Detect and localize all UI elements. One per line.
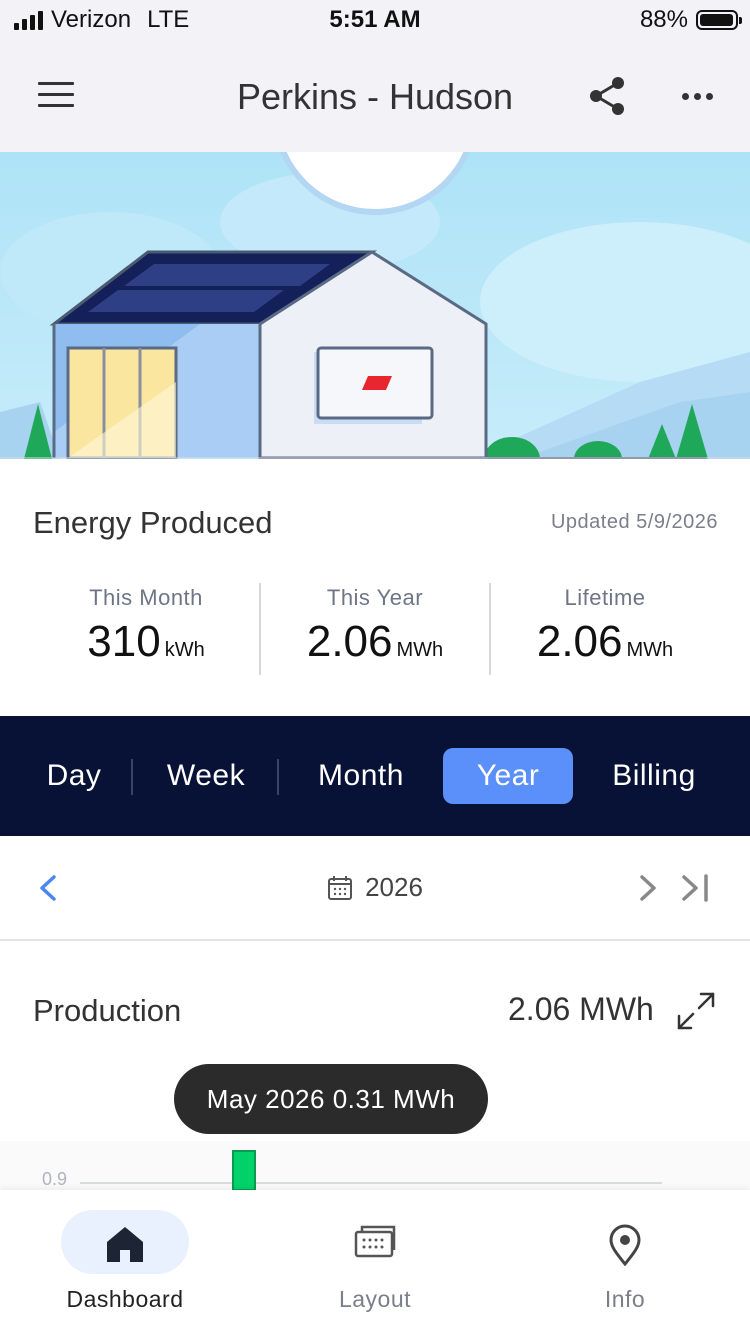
calendar-icon	[328, 875, 353, 900]
house-illustration	[0, 152, 750, 459]
energy-title: Energy Produced	[33, 505, 273, 540]
bottom-nav-label: Dashboard	[66, 1286, 184, 1312]
tab-day[interactable]: Day	[30, 748, 118, 804]
stat-number: 2.06	[536, 617, 623, 666]
stat-label: This Month	[89, 585, 203, 610]
stat-value: 2.06 MWh	[260, 617, 490, 667]
stat-unit: kWh	[164, 639, 205, 661]
home-icon	[0, 1224, 250, 1264]
production-chart[interactable]: 0.9	[0, 1141, 750, 1190]
tab-billing[interactable]: Billing	[592, 748, 716, 804]
tab-separator	[131, 759, 133, 795]
date-navigator: 2026	[0, 836, 750, 941]
production-title: Production	[33, 993, 182, 1028]
solar-panel-icon	[250, 1224, 500, 1264]
stat-value: 2.06 MWh	[490, 617, 720, 667]
status-right: 88%	[639, 6, 742, 34]
bar-may[interactable]	[232, 1150, 256, 1190]
stat-lifetime: Lifetime 2.06 MWh	[490, 585, 720, 667]
skip-to-end-icon[interactable]	[680, 874, 712, 902]
stat-number: 310	[87, 617, 161, 666]
production-card: Production 2.06 MWh May 2026 0.31 MWh 0.…	[0, 941, 750, 1190]
page-title: Perkins - Hudson	[236, 76, 514, 117]
stat-value: 310 kWh	[31, 617, 261, 667]
tab-month[interactable]: Month	[296, 748, 426, 804]
stat-number: 2.06	[306, 617, 393, 666]
tab-week[interactable]: Week	[150, 748, 262, 804]
tab-separator	[277, 759, 279, 795]
bottom-nav-layout[interactable]: Layout	[250, 1190, 500, 1334]
bottom-nav: Dashboard Layout Info	[0, 1190, 750, 1334]
bottom-nav-dashboard[interactable]: Dashboard	[0, 1190, 250, 1334]
stat-unit: MWh	[396, 639, 444, 661]
bottom-nav-info[interactable]: Info	[500, 1190, 750, 1334]
stat-label: Lifetime	[564, 585, 646, 610]
chart-tooltip: May 2026 0.31 MWh	[174, 1064, 488, 1134]
period-tabs: Day Week Month Year Billing	[0, 716, 750, 836]
share-icon[interactable]	[586, 74, 628, 118]
location-pin-icon	[500, 1224, 750, 1266]
chevron-right-icon[interactable]	[636, 874, 660, 902]
updated-label: Updated 5/9/2026	[550, 511, 718, 533]
expand-icon[interactable]	[676, 991, 716, 1031]
stat-unit: MWh	[626, 639, 674, 661]
battery-percent: 88%	[639, 6, 688, 33]
battery-icon	[696, 10, 742, 30]
energy-produced-card: Energy Produced Updated 5/9/2026 This Mo…	[0, 459, 750, 716]
stat-label: This Year	[326, 585, 424, 610]
status-time: 5:51 AM	[329, 6, 421, 33]
bottom-nav-label: Layout	[338, 1286, 412, 1312]
y-tick-label: 0.9	[42, 1169, 67, 1189]
tab-year[interactable]: Year	[443, 748, 573, 804]
stat-this-year: This Year 2.06 MWh	[260, 585, 490, 667]
nav-bar: Perkins - Hudson	[0, 40, 750, 152]
status-bar: Verizon LTE 5:51 AM 88%	[0, 0, 750, 40]
production-total: 2.06 MWh	[508, 991, 654, 1027]
stat-this-month: This Month 310 kWh	[31, 585, 261, 667]
date-label: 2026	[365, 872, 423, 902]
more-options-icon[interactable]	[682, 84, 722, 108]
bottom-nav-label: Info	[604, 1286, 646, 1312]
